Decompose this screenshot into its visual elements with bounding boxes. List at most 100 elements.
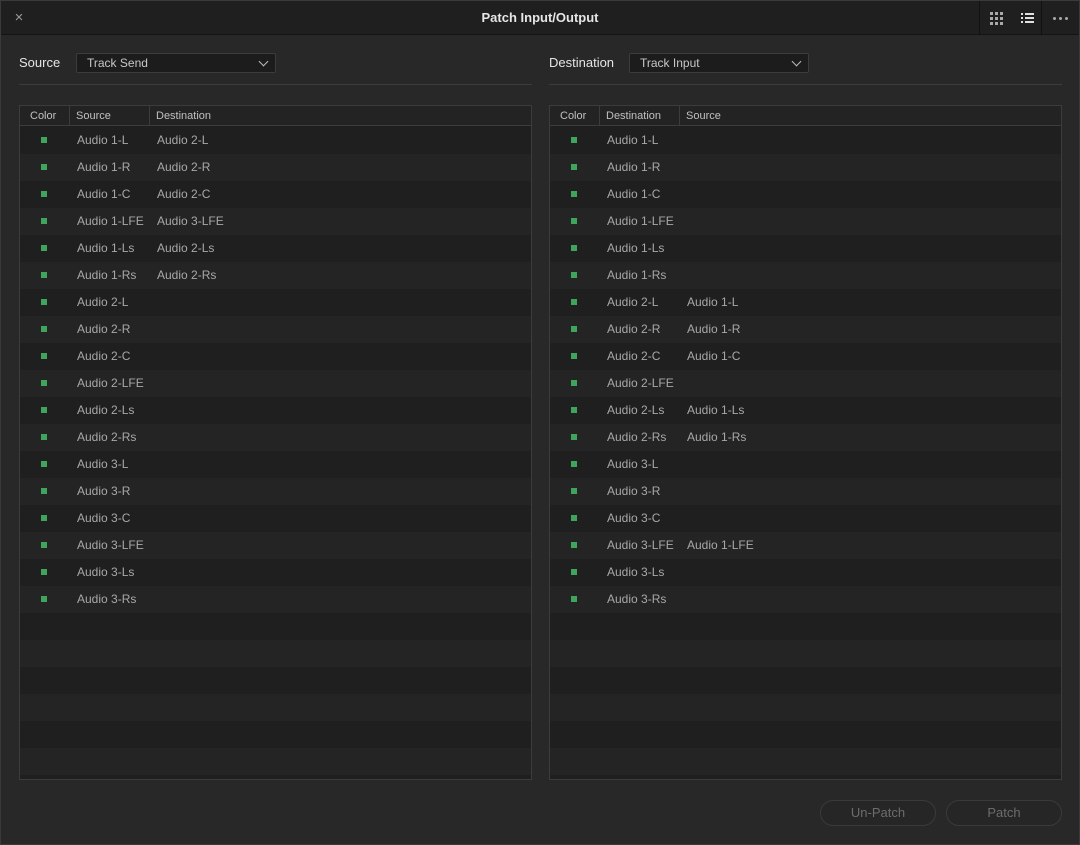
track-color-swatch [571,461,577,467]
empty-row [550,694,1061,721]
table-row[interactable]: Audio 2-LFE [550,370,1061,397]
empty-row [550,640,1061,667]
more-icon [1053,16,1068,20]
table-row[interactable]: Audio 3-LFE [20,532,531,559]
track-color-swatch [571,488,577,494]
table-row[interactable]: Audio 3-Ls [20,559,531,586]
source-table: Color Source Destination Audio 1-L Audio … [19,105,532,780]
table-row[interactable]: Audio 1-Ls Audio 2-Ls [20,235,531,262]
source-cell: Audio 1-Ls [687,403,745,417]
table-row[interactable]: Audio 2-Rs [20,424,531,451]
table-row[interactable]: Audio 1-Rs [550,262,1061,289]
track-color-swatch [571,245,577,251]
track-color-swatch [571,569,577,575]
table-row[interactable]: Audio 2-R Audio 1-R [550,316,1061,343]
track-color-swatch [571,596,577,602]
track-color-swatch [41,596,47,602]
table-row[interactable]: Audio 3-C [20,505,531,532]
table-row[interactable]: Audio 2-C Audio 1-C [550,343,1061,370]
track-color-swatch [571,542,577,548]
table-row[interactable]: Audio 3-LFE Audio 1-LFE [550,532,1061,559]
track-color-swatch [41,137,47,143]
source-cell: Audio 1-L [687,295,739,309]
list-icon [1020,13,1034,23]
unpatch-button[interactable]: Un-Patch [820,800,936,826]
table-row[interactable]: Audio 1-Rs Audio 2-Rs [20,262,531,289]
source-cell: Audio 1-LFE [687,538,754,552]
patch-io-window: × Patch Input/Output Source Track Send D… [0,0,1080,845]
table-header: Color Source Destination [20,106,531,126]
column-header-destination[interactable]: Destination [599,106,661,126]
track-color-swatch [41,407,47,413]
source-cell: Audio 1-R [687,322,741,336]
grid-view-button[interactable] [979,1,1013,35]
table-row[interactable]: Audio 3-Ls [550,559,1061,586]
column-header-source[interactable]: Source [69,106,111,126]
patch-button[interactable]: Patch [946,800,1062,826]
source-cell: Audio 3-LFE [77,538,144,552]
table-row[interactable]: Audio 1-LFE [550,208,1061,235]
table-row[interactable]: Audio 1-L [550,127,1061,154]
table-row[interactable]: Audio 1-R [550,154,1061,181]
destination-cell: Audio 2-Rs [607,430,667,444]
table-row[interactable]: Audio 2-C [20,343,531,370]
track-color-swatch [571,137,577,143]
table-row[interactable]: Audio 3-R [20,478,531,505]
table-row[interactable]: Audio 2-Ls Audio 1-Ls [550,397,1061,424]
column-header-source[interactable]: Source [679,106,721,126]
table-row[interactable]: Audio 2-R [20,316,531,343]
column-header-color[interactable]: Color [554,106,586,126]
track-color-swatch [571,353,577,359]
source-dropdown[interactable]: Track Send [76,53,276,73]
empty-row [550,748,1061,775]
source-cell: Audio 2-Ls [77,403,135,417]
track-color-swatch [571,164,577,170]
table-row[interactable]: Audio 2-Rs Audio 1-Rs [550,424,1061,451]
table-body: Audio 1-L Audio 1-R Audio 1-C Audio 1-LFE Au… [550,127,1061,779]
grid-icon [990,11,1003,25]
table-row[interactable]: Audio 1-L Audio 2-L [20,127,531,154]
column-header-destination[interactable]: Destination [149,106,211,126]
column-header-color[interactable]: Color [24,106,56,126]
destination-cell: Audio 3-C [607,511,661,525]
destination-cell: Audio 3-R [607,484,661,498]
track-color-swatch [41,272,47,278]
table-row[interactable]: Audio 1-C [550,181,1061,208]
chevron-down-icon [258,56,269,67]
table-row[interactable]: Audio 2-L [20,289,531,316]
destination-cell: Audio 2-C [607,349,661,363]
table-row[interactable]: Audio 1-LFE Audio 3-LFE [20,208,531,235]
source-cell: Audio 3-Rs [77,592,137,606]
track-color-swatch [41,569,47,575]
destination-label: Destination [549,55,615,70]
table-row[interactable]: Audio 2-Ls [20,397,531,424]
table-row[interactable]: Audio 1-C Audio 2-C [20,181,531,208]
track-color-swatch [41,326,47,332]
table-row[interactable]: Audio 2-LFE [20,370,531,397]
destination-cell: Audio 1-C [607,187,661,201]
source-cell: Audio 2-L [77,295,129,309]
track-color-swatch [41,461,47,467]
source-cell: Audio 1-C [687,349,741,363]
table-row[interactable]: Audio 3-R [550,478,1061,505]
destination-cell: Audio 1-LFE [607,214,674,228]
list-view-button[interactable] [1013,1,1041,35]
table-row[interactable]: Audio 3-L [550,451,1061,478]
table-row[interactable]: Audio 1-Ls [550,235,1061,262]
more-options-button[interactable] [1041,1,1079,35]
table-row[interactable]: Audio 3-Rs [550,586,1061,613]
track-color-swatch [41,515,47,521]
track-color-swatch [41,542,47,548]
table-row[interactable]: Audio 1-R Audio 2-R [20,154,531,181]
destination-cell: Audio 3-LFE [157,214,224,228]
table-row[interactable]: Audio 3-L [20,451,531,478]
destination-cell: Audio 2-LFE [607,376,674,390]
table-row[interactable]: Audio 3-Rs [20,586,531,613]
source-cell: Audio 3-L [77,457,129,471]
table-row[interactable]: Audio 3-C [550,505,1061,532]
empty-row [20,613,531,640]
source-cell: Audio 1-R [77,160,131,174]
table-row[interactable]: Audio 2-L Audio 1-L [550,289,1061,316]
destination-dropdown[interactable]: Track Input [629,53,809,73]
empty-row [550,613,1061,640]
